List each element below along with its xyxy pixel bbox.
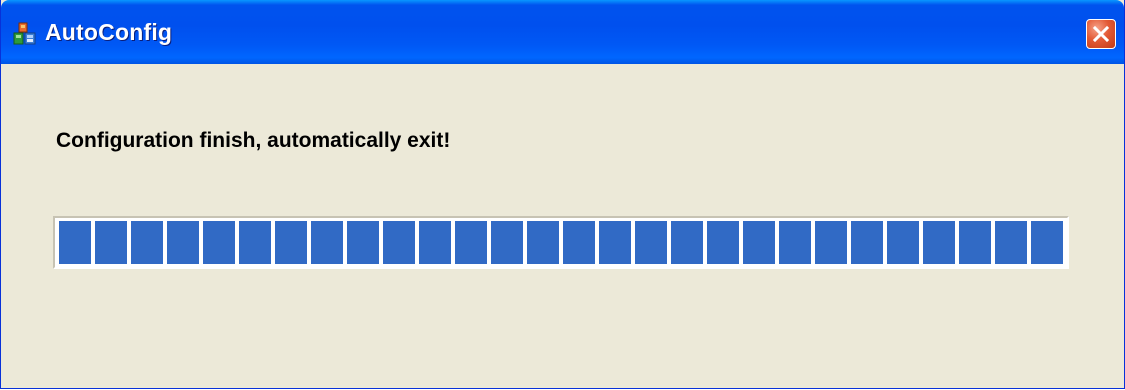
progress-block bbox=[347, 221, 379, 264]
progress-block bbox=[275, 221, 307, 264]
progress-block bbox=[599, 221, 631, 264]
progress-block bbox=[923, 221, 955, 264]
progress-block bbox=[59, 221, 91, 264]
progress-block bbox=[131, 221, 163, 264]
progress-block bbox=[239, 221, 271, 264]
progress-block bbox=[419, 221, 451, 264]
progress-block bbox=[887, 221, 919, 264]
close-icon bbox=[1092, 25, 1110, 43]
close-button[interactable] bbox=[1086, 19, 1116, 49]
app-icon bbox=[13, 22, 37, 46]
progress-bar bbox=[53, 216, 1069, 269]
progress-block bbox=[743, 221, 775, 264]
progress-block bbox=[707, 221, 739, 264]
autoconfig-window: AutoConfig Configuration finish, automat… bbox=[0, 0, 1125, 389]
progress-block bbox=[455, 221, 487, 264]
title-bar[interactable]: AutoConfig bbox=[1, 0, 1124, 64]
progress-block bbox=[635, 221, 667, 264]
progress-block bbox=[563, 221, 595, 264]
progress-track bbox=[59, 221, 1063, 264]
window-title: AutoConfig bbox=[45, 19, 173, 45]
progress-block bbox=[311, 221, 343, 264]
progress-block bbox=[671, 221, 703, 264]
progress-fill bbox=[59, 221, 1063, 264]
progress-block bbox=[995, 221, 1027, 264]
progress-block bbox=[95, 221, 127, 264]
progress-block bbox=[851, 221, 883, 264]
progress-block bbox=[167, 221, 199, 264]
progress-block bbox=[383, 221, 415, 264]
dialog-body: Configuration finish, automatically exit… bbox=[1, 64, 1124, 388]
status-message: Configuration finish, automatically exit… bbox=[56, 129, 451, 152]
progress-block bbox=[779, 221, 811, 264]
progress-block bbox=[491, 221, 523, 264]
progress-block bbox=[203, 221, 235, 264]
progress-block bbox=[527, 221, 559, 264]
progress-block bbox=[1031, 221, 1063, 264]
progress-block bbox=[959, 221, 991, 264]
progress-block bbox=[815, 221, 847, 264]
